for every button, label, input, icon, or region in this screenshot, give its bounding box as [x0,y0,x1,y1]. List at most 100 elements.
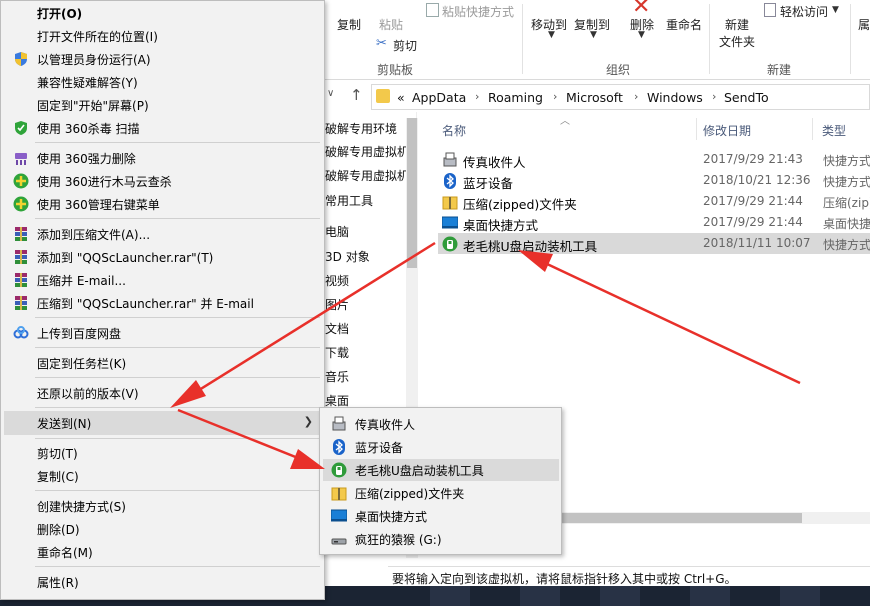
bluetooth-icon [331,439,347,455]
taskbar-button[interactable] [520,586,560,606]
column-divider[interactable] [696,118,697,140]
new-folder-button[interactable]: 新建 [725,16,749,33]
breadcrumb-microsoft[interactable]: Microsoft [566,90,623,105]
nav-item[interactable]: 破解专用环境 [325,120,397,137]
menu-item-create-shortcut[interactable]: 创建快捷方式(S) [4,495,321,517]
menu-item-360-scan[interactable]: 使用 360杀毒 扫描 [4,117,321,139]
menu-item-pin-start[interactable]: 固定到"开始"屏幕(P) [4,94,321,116]
menu-item-copy[interactable]: 复制(C) [4,465,321,487]
up-arrow-icon[interactable]: ↑ [350,86,363,104]
nav-item[interactable]: 破解专用虚拟机 [325,143,409,160]
menu-item-label: 添加到 "QQScLauncher.rar"(T) [37,251,214,265]
nav-item[interactable]: 音乐 [325,368,349,385]
nav-scrollbar-thumb[interactable] [407,118,417,268]
column-header-type[interactable]: 类型 [822,122,846,139]
menu-item-label: 属性(R) [37,576,79,590]
nav-item[interactable]: 视频 [325,272,349,289]
menu-item-rename[interactable]: 重命名(M) [4,541,321,563]
menu-item-add-rar[interactable]: 添加到 "QQScLauncher.rar"(T) [4,246,321,268]
menu-item-360-menu[interactable]: 使用 360管理右键菜单 [4,193,321,215]
paste-button[interactable]: 粘贴 [379,16,403,33]
menu-item-label: 还原以前的版本(V) [37,387,139,401]
breadcrumb-windows[interactable]: Windows [647,90,703,105]
recent-locations-icon[interactable]: ∨ [327,88,334,99]
send-to-submenu: 传真收件人 蓝牙设备 老毛桃U盘启动装机工具 压缩(zipped)文件夹 桌面快… [319,407,562,555]
breadcrumb-separator-icon[interactable]: › [712,90,716,103]
cut-button[interactable]: 剪切 [393,37,417,54]
send-to-laomaotao[interactable]: 老毛桃U盘启动装机工具 [323,459,559,481]
nav-item[interactable]: 文档 [325,320,349,337]
column-header-date[interactable]: 修改日期 [703,122,751,139]
menu-item-open-location[interactable]: 打开文件所在的位置(I) [4,25,321,47]
menu-item-label: 使用 360强力删除 [37,152,136,166]
file-date: 2018/10/21 12:36 [703,173,811,187]
nav-item[interactable]: 破解专用虚拟机 [325,167,409,184]
menu-item-properties[interactable]: 属性(R) [4,571,321,593]
submenu-item-label: 疯狂的猿猴 (G:) [355,533,442,547]
breadcrumb-separator-icon[interactable]: › [634,90,638,103]
ribbon-divider [850,4,851,74]
file-row[interactable]: 蓝牙设备 2018/10/21 12:36 快捷方式 [438,170,870,191]
nav-item[interactable]: 图片 [325,296,349,313]
menu-item-360-shred[interactable]: 使用 360强力删除 [4,147,321,169]
nav-item[interactable]: 3D 对象 [325,248,370,265]
file-row[interactable]: 传真收件人 2017/9/29 21:43 快捷方式 [438,149,870,170]
breadcrumb-separator-icon[interactable]: › [475,90,479,103]
menu-item-compress-rar-email[interactable]: 压缩到 "QQScLauncher.rar" 并 E-mail [4,292,321,314]
send-to-fax[interactable]: 传真收件人 [323,413,559,435]
send-to-bluetooth[interactable]: 蓝牙设备 [323,436,559,458]
menu-item-delete[interactable]: 删除(D) [4,518,321,540]
menu-separator [35,142,320,143]
send-to-usb-drive[interactable]: 疯狂的猿猴 (G:) [323,528,559,550]
usb-drive-icon [331,531,347,547]
breadcrumb-prefix[interactable]: « [397,90,405,105]
menu-item-send-to[interactable]: 发送到(N) ❯ [4,411,321,435]
menu-item-add-archive[interactable]: 添加到压缩文件(A)... [4,223,321,245]
taskbar-button[interactable] [430,586,470,606]
breadcrumb-sendto[interactable]: SendTo [724,90,769,105]
menu-item-run-as-admin[interactable]: 以管理员身份运行(A) [4,48,321,70]
address-input[interactable]: « AppData › Roaming › Microsoft › Window… [371,84,870,110]
menu-item-compatibility[interactable]: 兼容性疑难解答(Y) [4,71,321,93]
column-header-name[interactable]: 名称 [442,122,466,139]
nav-item[interactable]: 常用工具 [325,192,373,209]
submenu-item-label: 压缩(zipped)文件夹 [355,487,465,501]
copy-button[interactable]: 复制 [337,16,361,33]
send-to-desktop[interactable]: 桌面快捷方式 [323,505,559,527]
menu-item-restore-versions[interactable]: 还原以前的版本(V) [4,382,321,404]
menu-separator [35,438,320,439]
menu-item-baidu-upload[interactable]: 上传到百度网盘 [4,322,321,344]
menu-item-pin-taskbar[interactable]: 固定到任务栏(K) [4,352,321,374]
taskbar-button[interactable] [780,586,820,606]
file-row-selected[interactable]: 老毛桃U盘启动装机工具 2018/11/11 10:07 快捷方式 [438,233,870,254]
send-to-zip[interactable]: 压缩(zipped)文件夹 [323,482,559,504]
zip-folder-icon [442,194,458,210]
menu-item-label: 固定到"开始"屏幕(P) [37,99,149,113]
file-name: 压缩(zipped)文件夹 [463,197,577,212]
nav-item[interactable]: 下载 [325,344,349,361]
horizontal-scrollbar-thumb[interactable] [562,513,802,523]
menu-item-compress-email[interactable]: 压缩并 E-mail... [4,269,321,291]
shield-uac-icon [13,51,29,67]
paste-shortcut-button[interactable]: 粘贴快捷方式 [442,3,514,20]
address-bar-row: ∨ ↑ « AppData › Roaming › Microsoft › Wi… [325,84,870,110]
new-folder-button-line2[interactable]: 文件夹 [719,33,755,50]
breadcrumb-separator-icon[interactable]: › [553,90,557,103]
breadcrumb-roaming[interactable]: Roaming [488,90,543,105]
nav-item[interactable]: 电脑 [325,223,349,240]
rename-button[interactable]: 重命名 [666,16,702,33]
menu-item-cut[interactable]: 剪切(T) [4,442,321,464]
column-divider[interactable] [812,118,813,140]
easy-access-button[interactable]: 轻松访问 [780,3,828,20]
file-row[interactable]: 桌面快捷方式 2017/9/29 21:44 桌面快捷 [438,212,870,233]
menu-item-open[interactable]: 打开(O) [4,2,321,24]
menu-item-label: 兼容性疑难解答(Y) [37,76,138,90]
file-row[interactable]: 压缩(zipped)文件夹 2017/9/29 21:44 压缩(zip) [438,191,870,212]
menu-item-label: 使用 360进行木马云查杀 [37,175,172,189]
taskbar-button[interactable] [690,586,730,606]
breadcrumb-appdata[interactable]: AppData [412,90,466,105]
folder-icon [376,89,390,103]
menu-item-360-trojan[interactable]: 使用 360进行木马云查杀 [4,170,321,192]
properties-button[interactable]: 属 [858,16,870,33]
taskbar-button[interactable] [600,586,640,606]
